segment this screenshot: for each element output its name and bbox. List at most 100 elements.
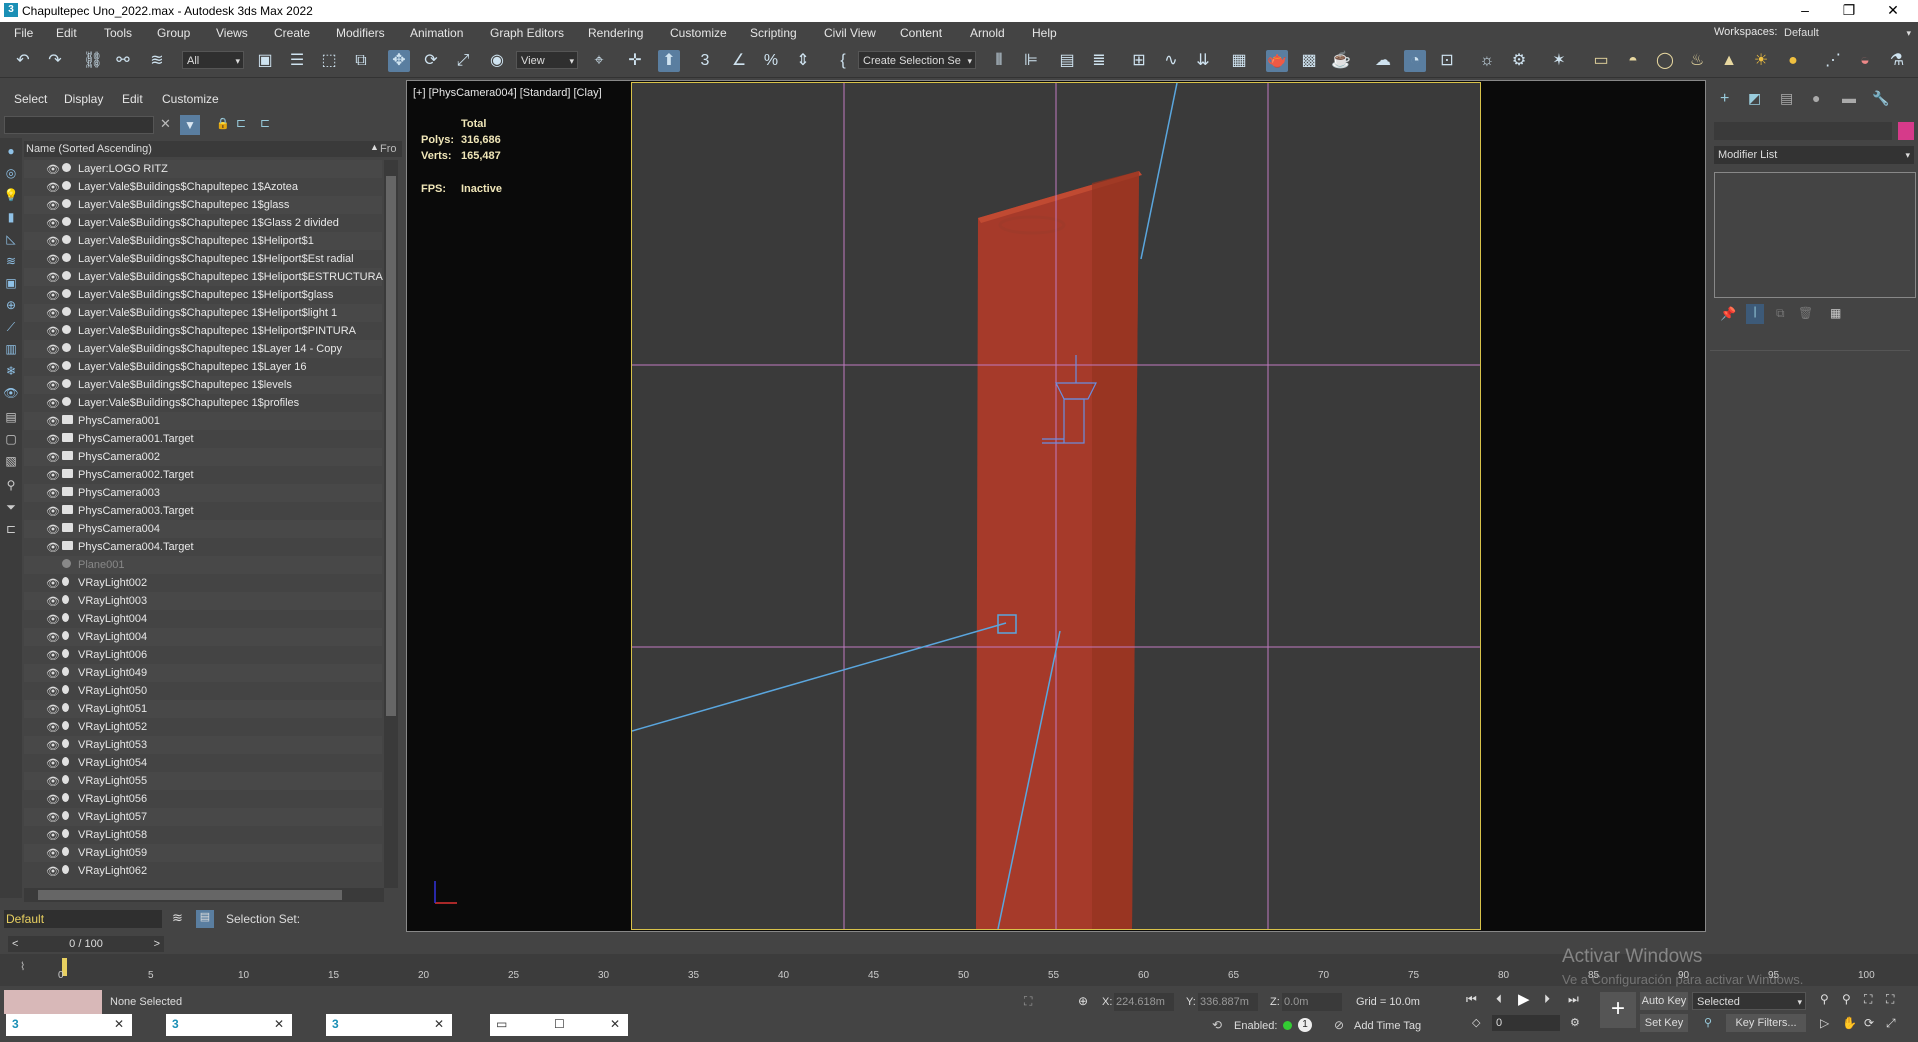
visibility-eye-icon[interactable]: 👁 (46, 865, 60, 878)
close-icon[interactable]: ✕ (274, 1017, 284, 1031)
angle-snap-icon[interactable]: ∠ (728, 50, 750, 72)
tab-display[interactable]: Display (64, 92, 103, 106)
menu-civil-view[interactable]: Civil View (824, 26, 876, 40)
close-button[interactable]: ✕ (1870, 0, 1916, 22)
visibility-eye-icon[interactable]: 👁 (46, 199, 60, 212)
visibility-eye-icon[interactable]: 👁 (46, 811, 60, 824)
display-bones-icon[interactable]: ⟋ (3, 320, 19, 336)
display-spacewarps-icon[interactable]: ≋ (3, 254, 19, 270)
vray-render-icon[interactable]: ⊡ (1436, 50, 1458, 72)
pivot-center-icon[interactable]: ⌖ (588, 50, 610, 72)
material-editor-icon[interactable]: ▦ (1228, 50, 1250, 72)
visibility-eye-icon[interactable]: 👁 (46, 667, 60, 680)
curve-editor-icon[interactable]: ∿ (1160, 50, 1182, 72)
add-time-tag[interactable]: Add Time Tag (1354, 1020, 1421, 1032)
visibility-eye-icon[interactable]: 👁 (46, 253, 60, 266)
undo-icon[interactable]: ↶ (12, 50, 34, 72)
select-rotate-icon[interactable]: ⟳ (420, 50, 442, 72)
layer-dropdown[interactable]: Default (4, 910, 162, 928)
explorer-horizontal-scrollbar[interactable] (24, 888, 384, 902)
toggle-layer-explorer-icon[interactable]: ≣ (1088, 50, 1110, 72)
hierarchy-icon[interactable]: ⊏ (236, 116, 252, 132)
list-item[interactable]: 👁 Layer:LOGO RITZ (24, 160, 382, 178)
list-item[interactable]: 👁 PhysCamera002.Target (24, 466, 382, 484)
spinner-snap-icon[interactable]: ⇕ (792, 50, 814, 72)
clear-search-icon[interactable]: ✕ (160, 116, 174, 134)
list-item[interactable]: 👁 PhysCamera004 (24, 520, 382, 538)
visibility-eye-icon[interactable]: 👁 (46, 649, 60, 662)
time-config-icon[interactable]: ⚙ (1570, 1016, 1580, 1029)
list-item[interactable]: 👁 VRayLight062 (24, 862, 382, 880)
visibility-eye-icon[interactable]: 👁 (46, 307, 60, 320)
track-bar-icon[interactable]: ⌇ (20, 960, 25, 973)
visibility-eye-icon[interactable]: 👁 (46, 505, 60, 518)
list-item[interactable]: 👁 PhysCamera004.Target (24, 538, 382, 556)
menu-content[interactable]: Content (900, 26, 942, 40)
visibility-eye-icon[interactable]: 👁 (46, 397, 60, 410)
named-selection-dropdown[interactable]: Create Selection Se (858, 51, 976, 70)
taskbar-thumb-2[interactable]: 3 ✕ (166, 1014, 292, 1036)
list-item[interactable]: 👁 Layer:Vale$Buildings$Chapultepec 1$prof… (24, 394, 382, 412)
modifier-stack[interactable] (1714, 172, 1916, 298)
visibility-eye-icon[interactable]: 👁 (46, 487, 60, 500)
list-item[interactable]: 👁 Layer:Vale$Buildings$Chapultepec 1$Heli… (24, 232, 382, 250)
schematic-view-icon[interactable]: ⇊ (1192, 50, 1214, 72)
vray-sphere-fade-icon[interactable]: ⚗ (1886, 50, 1908, 72)
visibility-eye-icon[interactable]: 👁 (46, 451, 60, 464)
utilities-tab-icon[interactable]: 🔧 (1872, 90, 1889, 107)
menu-edit[interactable]: Edit (56, 26, 77, 40)
visibility-eye-icon[interactable]: 👁 (46, 847, 60, 860)
plane-light-icon[interactable]: ▭ (1590, 50, 1612, 72)
edit-named-selection-icon[interactable]: { (832, 50, 854, 72)
mirror-icon[interactable]: ⫴ (988, 50, 1010, 72)
pan-view-icon[interactable]: ✋ (1842, 1016, 1857, 1030)
reference-coord-dropdown[interactable]: View (516, 51, 578, 70)
display-frozen-icon[interactable]: ❄ (3, 364, 19, 380)
current-frame-field[interactable]: 0 (1492, 1015, 1560, 1031)
play-icon[interactable]: ▶ (1518, 990, 1530, 1008)
time-tag-icon[interactable]: ⊘ (1334, 1018, 1344, 1032)
set-key-big-icon[interactable]: + (1600, 992, 1636, 1028)
toggle-ribbon-icon[interactable]: ⊞ (1128, 50, 1150, 72)
link-icon[interactable]: ⛓ (82, 50, 104, 72)
create-tab-icon[interactable]: + (1720, 90, 1729, 108)
menu-animation[interactable]: Animation (410, 26, 463, 40)
menu-scripting[interactable]: Scripting (750, 26, 797, 40)
visibility-eye-icon[interactable]: 👁 (46, 217, 60, 230)
list-item[interactable]: 👁 VRayLight057 (24, 808, 382, 826)
rect-selection-icon[interactable]: ⬚ (318, 50, 340, 72)
menu-graph-editors[interactable]: Graph Editors (490, 26, 564, 40)
visibility-eye-icon[interactable]: 👁 (46, 415, 60, 428)
zoom-icon[interactable]: ⚲ (1820, 992, 1829, 1006)
make-unique-icon[interactable]: ⧉ (1776, 306, 1785, 321)
vray-lister-icon[interactable]: ⚙ (1508, 50, 1530, 72)
key-filter-icon[interactable]: ⚲ (1704, 1016, 1712, 1029)
menu-create[interactable]: Create (274, 26, 310, 40)
sun-icon[interactable]: ☀ (1750, 50, 1772, 72)
bind-spacewarp-icon[interactable]: ≋ (146, 50, 168, 72)
zoom-all-icon[interactable]: ⚲ (1842, 992, 1851, 1006)
select-move-icon[interactable]: ✥ (388, 50, 410, 72)
layers-icon[interactable]: ≋ (172, 910, 190, 928)
folder-icon[interactable]: ⊏ (3, 522, 19, 538)
menu-file[interactable]: File (14, 26, 33, 40)
list-item[interactable]: 👁 PhysCamera003 (24, 484, 382, 502)
visibility-eye-icon[interactable]: 👁 (46, 757, 60, 770)
visibility-eye-icon[interactable]: 👁 (46, 829, 60, 842)
display-containers-icon[interactable]: ▥ (3, 342, 19, 358)
taskbar-thumb-4[interactable]: ▭ ☐ ✕ (490, 1014, 628, 1036)
go-to-end-icon[interactable]: ⏭ (1568, 992, 1579, 1007)
list-item[interactable]: 👁 Layer:Vale$Buildings$Chapultepec 1$Laye… (24, 340, 382, 358)
select-scale-icon[interactable]: ⤢ (452, 50, 474, 72)
vray-fur-icon[interactable]: ⋰ (1822, 50, 1844, 72)
visibility-eye-icon[interactable]: 👁 (46, 469, 60, 482)
unlink-icon[interactable]: ⚯ (112, 50, 134, 72)
ambient-light-icon[interactable]: ● (1782, 50, 1804, 72)
visibility-eye-icon[interactable]: 👁 (46, 289, 60, 302)
explorer-column-header[interactable]: Name (Sorted Ascending) ▲ Fro (24, 141, 402, 157)
taskbar-thumb-1[interactable]: 3 ✕ (6, 1014, 132, 1036)
filter-icon[interactable]: ▼ (180, 115, 200, 135)
list-item[interactable]: 👁 PhysCamera001 (24, 412, 382, 430)
next-frame-icon[interactable]: ⏵ (1544, 992, 1550, 1007)
close-icon[interactable]: ✕ (434, 1017, 444, 1031)
